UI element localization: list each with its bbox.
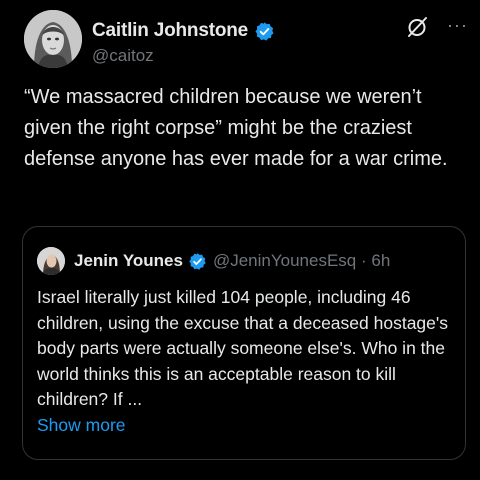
- more-options-icon[interactable]: ···: [447, 16, 468, 34]
- quoted-author-display-name[interactable]: Jenin Younes: [74, 251, 183, 271]
- author-handle[interactable]: @caitoz: [92, 46, 154, 66]
- quoted-author-avatar[interactable]: [37, 247, 65, 275]
- tweet-text: “We massacred children because we weren’…: [24, 86, 448, 170]
- author-display-name[interactable]: Caitlin Johnstone: [92, 20, 248, 42]
- show-more-link[interactable]: Show more: [37, 415, 126, 435]
- verified-badge-icon: [188, 252, 207, 271]
- quoted-tweet-header: Jenin Younes @JeninYounesEsq · 6h: [37, 247, 390, 275]
- tweet-header: Caitlin Johnstone @caitoz ···: [24, 10, 468, 70]
- quoted-tweet-text: Israel literally just killed 104 people,…: [37, 285, 457, 438]
- quoted-tweet-card[interactable]: Jenin Younes @JeninYounesEsq · 6h Israel…: [22, 226, 466, 460]
- verified-badge-icon: [254, 21, 275, 42]
- quoted-tweet-body: Israel literally just killed 104 people,…: [37, 287, 448, 409]
- quoted-author-handle-time[interactable]: @JeninYounesEsq · 6h: [213, 251, 390, 271]
- grok-icon[interactable]: [406, 16, 428, 38]
- author-avatar[interactable]: [24, 10, 82, 68]
